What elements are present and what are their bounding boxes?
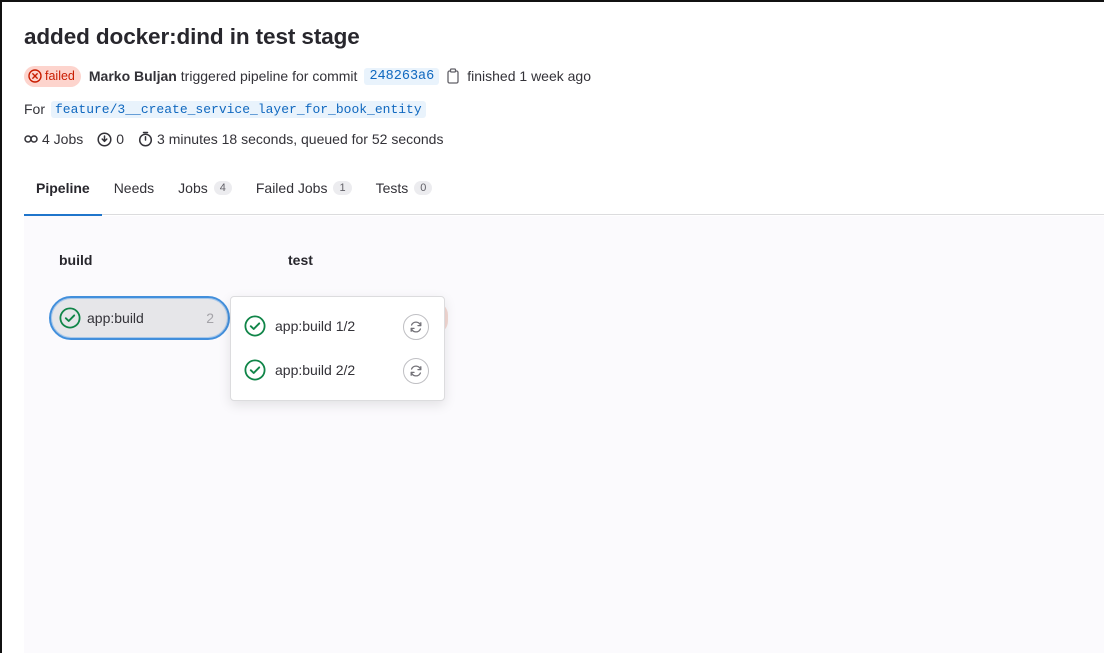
- tab-label: Pipeline: [36, 180, 90, 196]
- page-title: added docker:dind in test stage: [24, 24, 360, 49]
- job-group-button[interactable]: app:build 2: [49, 296, 230, 340]
- job-group-name: app:build: [87, 310, 144, 326]
- jobs-count: 4 Jobs: [42, 131, 84, 147]
- action-text: triggered pipeline for commit: [180, 68, 358, 84]
- status-success-icon: [244, 359, 266, 381]
- pipeline-stats: 4 Jobs 0 3 minutes 18 seconds, queued fo…: [24, 129, 443, 149]
- tab-failed-jobs[interactable]: Failed Jobs 1: [244, 178, 364, 215]
- tab-pipeline[interactable]: Pipeline: [24, 178, 102, 216]
- dropdown-job-item[interactable]: app:build 2/2: [244, 359, 355, 381]
- commit-sha-link[interactable]: 248263a6: [364, 67, 440, 85]
- status-failed-icon: [28, 69, 42, 83]
- clipboard-icon[interactable]: [446, 68, 460, 84]
- pipeline-tabs: Pipeline Needs Jobs 4 Failed Jobs 1 Test…: [24, 178, 1104, 216]
- branch-link[interactable]: feature/3__create_service_layer_for_book…: [51, 100, 426, 118]
- retry-icon[interactable]: [403, 314, 429, 340]
- branch-row: For feature/3__create_service_layer_for_…: [24, 99, 426, 119]
- tab-tests[interactable]: Tests 0: [364, 178, 445, 215]
- tab-needs[interactable]: Needs: [102, 178, 166, 215]
- pipeline-jobs-icon: [24, 133, 38, 145]
- pipeline-graph: [24, 216, 1104, 653]
- dropdown-job-name: app:build 2/2: [275, 362, 356, 378]
- retried-icon: [97, 131, 112, 147]
- status-label: failed: [45, 69, 75, 83]
- tab-label: Failed Jobs: [255, 180, 328, 196]
- finished-text: finished 1 week ago: [467, 68, 592, 84]
- stage-title-test: test: [288, 252, 313, 268]
- retry-icon[interactable]: [403, 358, 429, 384]
- tab-label: Tests: [375, 180, 409, 196]
- dropdown-job-name: app:build 1/2: [275, 318, 356, 334]
- job-group-count: 2: [206, 310, 214, 326]
- retried-count: 0: [116, 131, 125, 147]
- tab-jobs[interactable]: Jobs 4: [166, 178, 244, 215]
- for-label: For: [24, 101, 45, 117]
- timer-icon: [138, 131, 153, 147]
- duration-text: 3 minutes 18 seconds, queued for 52 seco…: [157, 131, 444, 147]
- tab-label: Needs: [113, 180, 155, 196]
- status-success-icon: [244, 315, 266, 337]
- pipeline-page: added docker:dind in test stage failed M…: [0, 0, 1104, 653]
- pipeline-meta: failed Marko Buljan triggered pipeline f…: [24, 65, 591, 87]
- tab-count-badge: 0: [414, 181, 433, 195]
- stage-title-build: build: [59, 252, 93, 268]
- status-badge[interactable]: failed: [24, 65, 81, 87]
- tab-label: Jobs: [178, 180, 208, 196]
- tab-count-badge: 4: [213, 181, 232, 195]
- dropdown-job-item[interactable]: app:build 1/2: [244, 315, 355, 337]
- job-group-dropdown: app:build 1/2 app:build 2/2: [230, 296, 445, 401]
- tab-count-badge: 1: [333, 181, 352, 195]
- status-success-icon: [59, 307, 81, 329]
- author-link[interactable]: Marko Buljan: [89, 68, 177, 84]
